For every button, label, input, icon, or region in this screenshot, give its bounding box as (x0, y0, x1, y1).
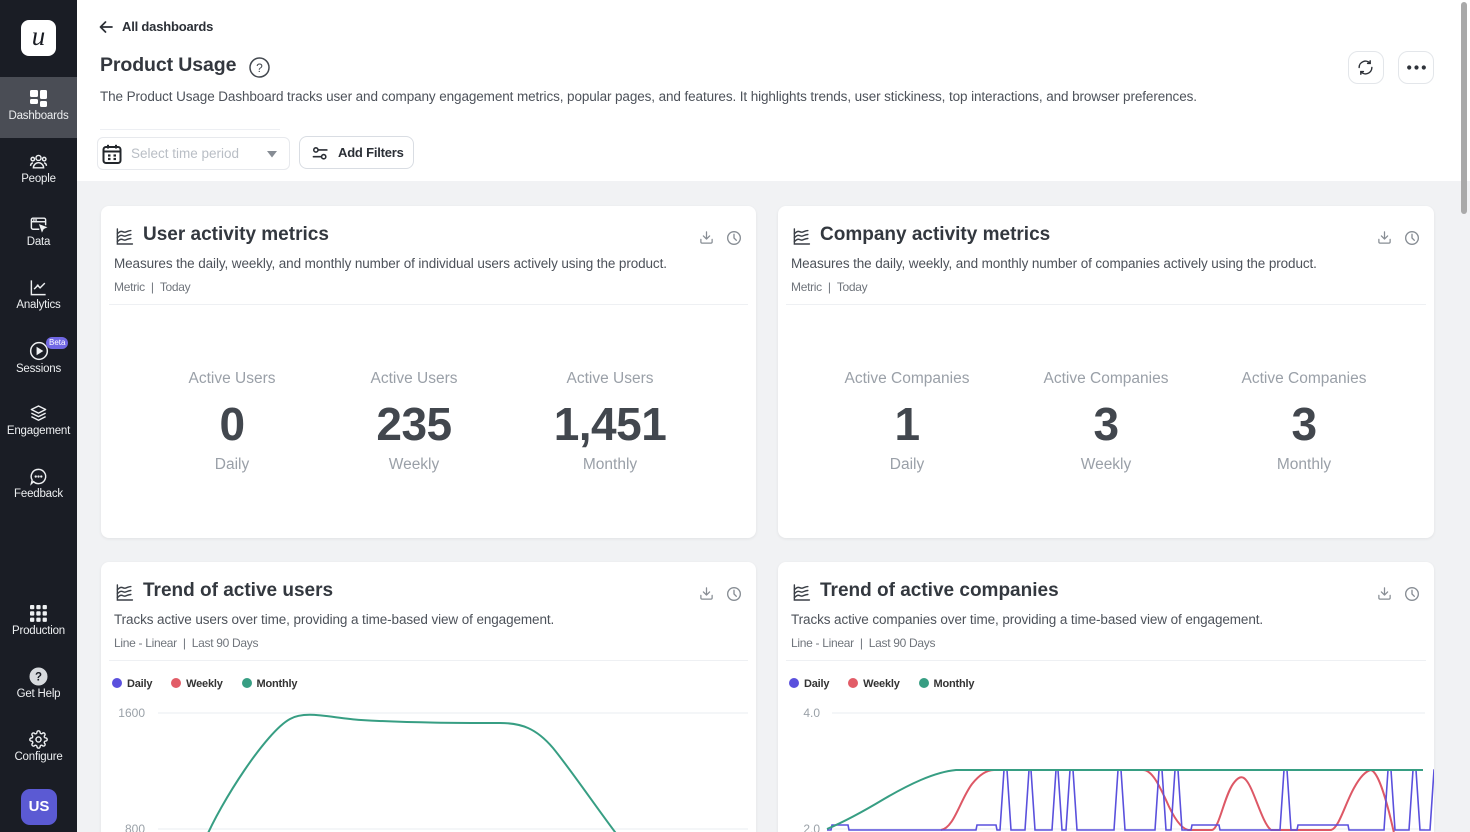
svg-text:2.0: 2.0 (803, 822, 820, 832)
svg-text:4.0: 4.0 (803, 706, 820, 720)
svg-text:800: 800 (125, 822, 145, 832)
svg-text:?: ? (35, 672, 42, 684)
svg-text:?: ? (256, 61, 263, 75)
svg-text:1600: 1600 (118, 706, 145, 720)
